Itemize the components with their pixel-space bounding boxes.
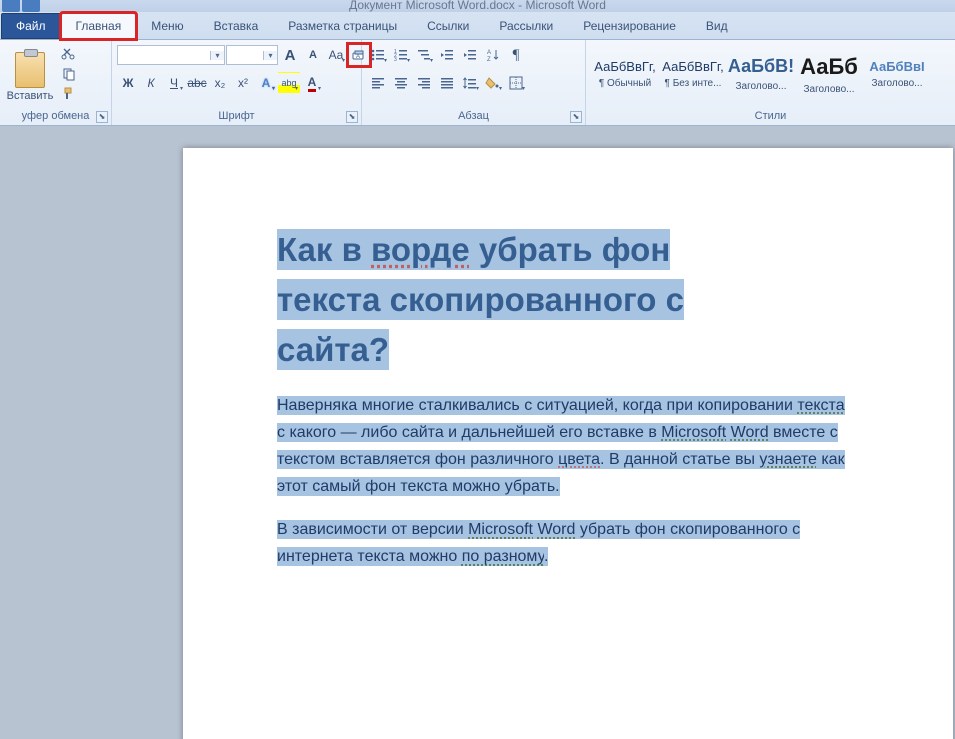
tab-insert[interactable]: Вставка	[199, 13, 274, 39]
style-preview: АаБбВвІ	[869, 59, 924, 74]
font-color-button[interactable]: A▾	[301, 72, 323, 94]
numbering-button[interactable]: 123▾	[390, 44, 412, 66]
style-preview: АаБбВвГг,	[662, 59, 723, 74]
format-painter-button[interactable]	[60, 85, 78, 103]
font-size-combo[interactable]: ▾	[226, 45, 278, 65]
qat-undo-icon[interactable]	[22, 0, 40, 12]
clipboard-launcher[interactable]: ⬊	[96, 111, 108, 123]
text-effects-button[interactable]: A▾	[255, 72, 277, 94]
multilevel-list-button[interactable]: ▾	[413, 44, 435, 66]
justify-icon	[439, 75, 455, 91]
style-label: Заголово...	[729, 81, 793, 92]
title-bar: Документ Microsoft Word.docx - Microsoft…	[0, 0, 955, 12]
group-title-paragraph: Абзац	[362, 108, 585, 125]
page-content: Как в ворде убрать фон текста скопирован…	[277, 226, 891, 571]
font-launcher[interactable]: ⬊	[346, 111, 358, 123]
style-preview: АаБбВвГг,	[594, 59, 655, 74]
qat-save-icon[interactable]	[2, 0, 20, 12]
window-title: Документ Microsoft Word.docx - Microsoft…	[349, 0, 606, 12]
cut-button[interactable]	[60, 45, 78, 63]
tab-menu[interactable]: Меню	[136, 13, 198, 39]
tab-review[interactable]: Рецензирование	[568, 13, 691, 39]
align-center-icon	[393, 75, 409, 91]
tab-references[interactable]: Ссылки	[412, 13, 484, 39]
group-styles: АаБбВвГг, ¶ Обычный АаБбВвГг, ¶ Без инте...…	[586, 40, 955, 125]
style-label: Заголово...	[865, 78, 929, 89]
tab-mailings[interactable]: Рассылки	[484, 13, 568, 39]
style-label: ¶ Без инте...	[661, 78, 725, 89]
copy-icon	[61, 66, 77, 82]
style-item-3[interactable]: АаБб Заголово...	[795, 45, 863, 103]
scissors-icon	[61, 46, 77, 62]
italic-button[interactable]: К	[140, 72, 162, 94]
paragraph-launcher[interactable]: ⬊	[570, 111, 582, 123]
tab-file[interactable]: Файл	[1, 13, 61, 39]
document-area[interactable]: Как в ворде убрать фон текста скопирован…	[0, 126, 955, 739]
group-title-font: Шрифт	[112, 108, 361, 125]
document-paragraph-1[interactable]: Наверняка многие сталкивались с ситуацие…	[277, 392, 891, 501]
group-clipboard: Вставить уфер обмена ⬊	[0, 40, 112, 125]
document-page[interactable]: Как в ворде убрать фон текста скопирован…	[183, 148, 953, 739]
copy-button[interactable]	[60, 65, 78, 83]
ribbon-tabs: Файл Главная Меню Вставка Разметка стран…	[0, 12, 955, 40]
increase-indent-button[interactable]	[459, 44, 481, 66]
outdent-icon	[439, 47, 455, 63]
underline-button[interactable]: Ч▾	[163, 72, 185, 94]
svg-text:Z: Z	[487, 57, 491, 63]
paste-label: Вставить	[7, 90, 54, 102]
style-item-0[interactable]: АаБбВвГг, ¶ Обычный	[591, 45, 659, 103]
tab-view[interactable]: Вид	[691, 13, 743, 39]
subscript-button[interactable]: x₂	[209, 72, 231, 94]
style-preview: АаБбВ!	[728, 56, 794, 77]
ribbon: Вставить уфер обмена ⬊ ▾ ▾ A	[0, 40, 955, 126]
font-name-combo[interactable]: ▾	[117, 45, 225, 65]
borders-button[interactable]: ▾	[505, 72, 527, 94]
bold-button[interactable]: Ж	[117, 72, 139, 94]
strikethrough-button[interactable]: abc	[186, 72, 208, 94]
svg-text:A: A	[487, 50, 491, 56]
clipboard-icon	[15, 52, 45, 88]
justify-button[interactable]	[436, 72, 458, 94]
tab-home[interactable]: Главная	[61, 13, 137, 39]
style-label: ¶ Обычный	[593, 78, 657, 89]
svg-text:A: A	[356, 54, 360, 60]
decrease-indent-button[interactable]	[436, 44, 458, 66]
quick-access-toolbar	[2, 0, 40, 12]
align-left-icon	[370, 75, 386, 91]
document-heading[interactable]: Как в ворде убрать фон текста скопирован…	[277, 226, 891, 376]
highlight-color-button[interactable]: abg▾	[278, 72, 300, 94]
document-paragraph-2[interactable]: В зависимости от версии Microsoft Word у…	[277, 516, 891, 570]
show-marks-button[interactable]: ¶	[505, 44, 527, 66]
align-right-icon	[416, 75, 432, 91]
style-item-2[interactable]: АаБбВ! Заголово...	[727, 45, 795, 103]
grow-font-button[interactable]: A	[279, 44, 301, 66]
group-title-clipboard: уфер обмена	[0, 108, 111, 125]
group-paragraph: ▾ 123▾ ▾ AZ ¶ ▾ ▾ ▾ Абзац ⬊	[362, 40, 586, 125]
line-spacing-button[interactable]: ▾	[459, 72, 481, 94]
style-item-1[interactable]: АаБбВвГг, ¶ Без инте...	[659, 45, 727, 103]
indent-icon	[462, 47, 478, 63]
change-case-button[interactable]: Aa▾	[325, 44, 347, 66]
paste-button[interactable]: Вставить	[5, 43, 55, 105]
align-left-button[interactable]	[367, 72, 389, 94]
style-item-4[interactable]: АаБбВвІ Заголово...	[863, 45, 931, 103]
group-font: ▾ ▾ A A Aa▾ A Ж К Ч▾ abc x₂ x² A▾ abg▾ A…	[112, 40, 362, 125]
align-center-button[interactable]	[390, 72, 412, 94]
align-right-button[interactable]	[413, 72, 435, 94]
bullets-button[interactable]: ▾	[367, 44, 389, 66]
sort-icon: AZ	[485, 47, 501, 63]
style-label: Заголово...	[797, 84, 861, 95]
style-preview: АаБб	[800, 54, 858, 80]
brush-icon	[61, 86, 77, 102]
shading-button[interactable]: ▾	[482, 72, 504, 94]
svg-text:3: 3	[394, 57, 397, 63]
superscript-button[interactable]: x²	[232, 72, 254, 94]
shrink-font-button[interactable]: A	[302, 44, 324, 66]
tab-page-layout[interactable]: Разметка страницы	[273, 13, 412, 39]
sort-button[interactable]: AZ	[482, 44, 504, 66]
group-title-styles: Стили	[586, 108, 955, 125]
